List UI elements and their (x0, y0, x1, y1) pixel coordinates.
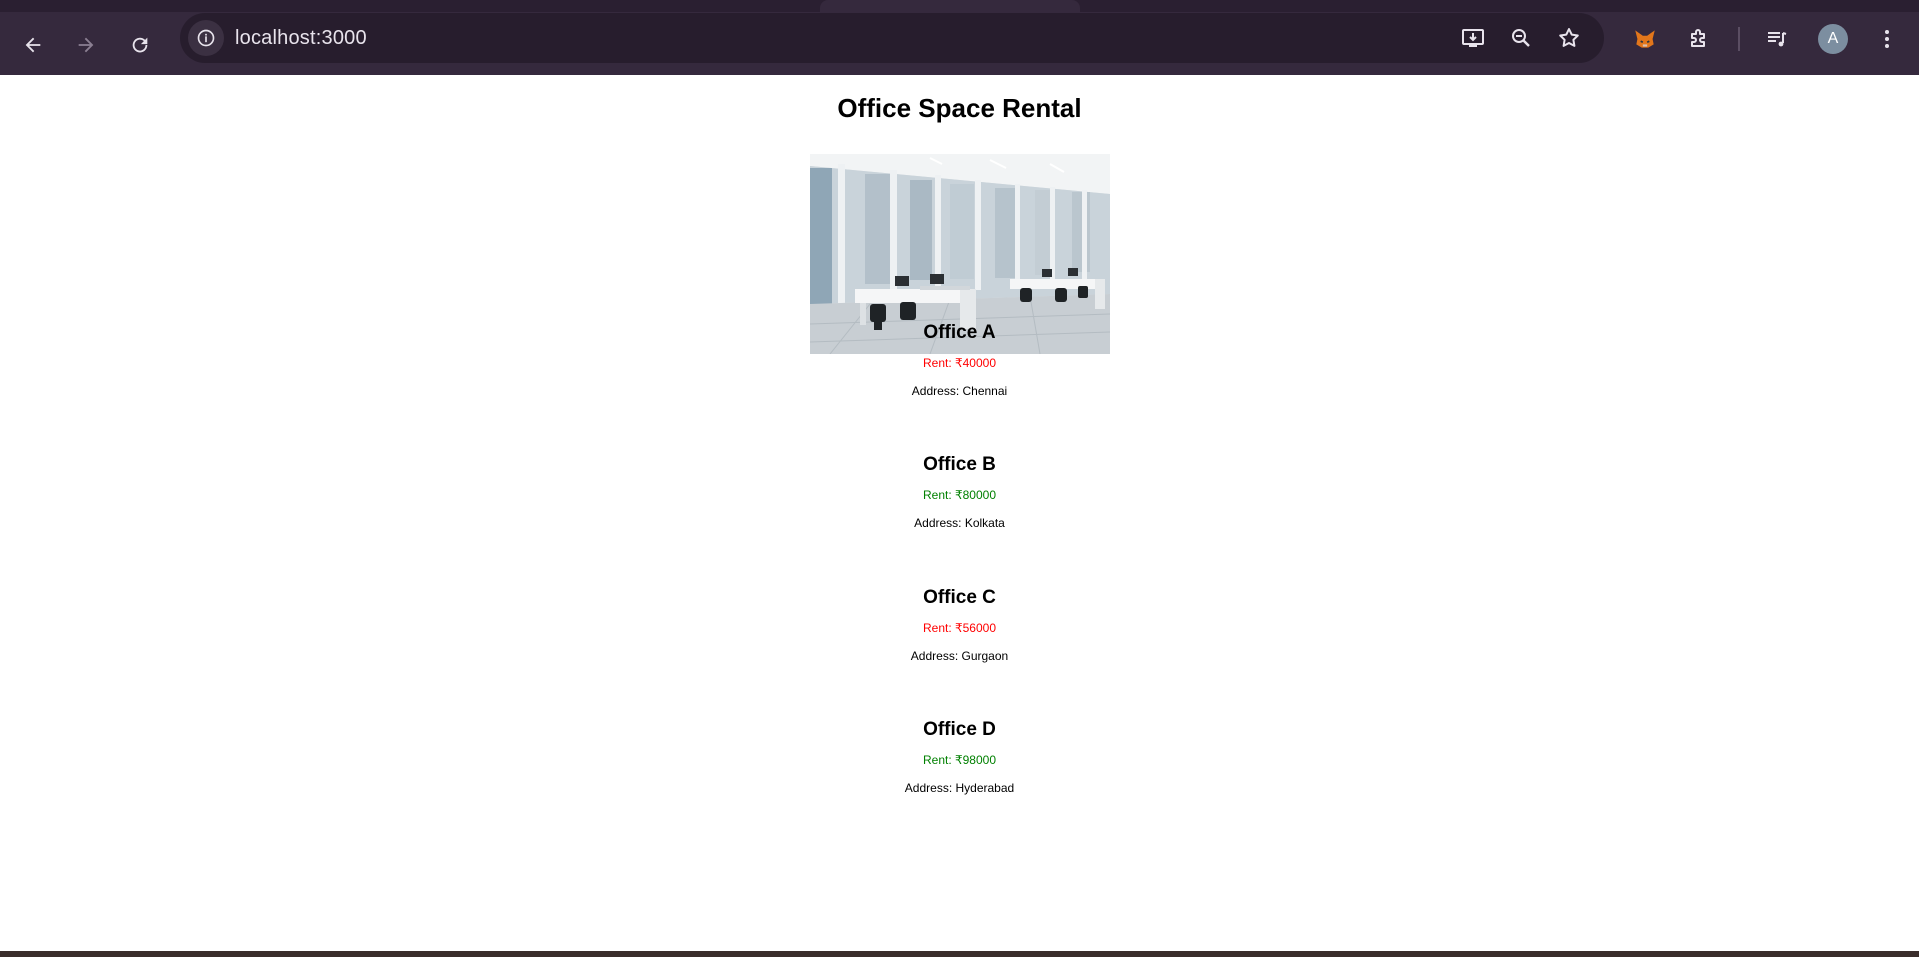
site-info-button[interactable] (188, 20, 224, 56)
office-card: Office A Rent: ₹40000 Address: Chennai (0, 319, 1919, 399)
metamask-extension-button[interactable] (1630, 24, 1660, 54)
office-name: Office A (923, 322, 996, 343)
url-text[interactable]: localhost:3000 (235, 27, 367, 50)
kebab-menu-icon (1885, 30, 1889, 48)
office-name: Office B (923, 454, 996, 475)
office-address: Address: Hyderabad (904, 781, 1015, 795)
media-queue-icon (1768, 32, 1787, 47)
page-title: Office Space Rental (837, 93, 1082, 123)
bookmark-button[interactable] (1556, 25, 1582, 51)
office-rent: Rent: ₹56000 (922, 621, 997, 635)
office-card: Office D Rent: ₹98000 Address: Hyderabad (0, 716, 1919, 796)
office-rent: Rent: ₹80000 (922, 488, 997, 502)
browser-chrome: localhost:3000 A (0, 0, 1919, 75)
extensions-button[interactable] (1684, 24, 1714, 54)
office-rent: Rent: ₹40000 (922, 356, 997, 370)
install-app-icon (1462, 29, 1484, 47)
tab-strip (0, 0, 1919, 12)
fox-extension-icon (1635, 30, 1655, 48)
office-address: Address: Kolkata (914, 516, 1005, 530)
reload-icon (132, 37, 148, 53)
toolbar-divider (1738, 27, 1740, 51)
back-arrow-icon (25, 37, 41, 53)
active-tab[interactable] (820, 0, 1080, 12)
office-name: Office D (923, 719, 996, 740)
profile-avatar[interactable]: A (1818, 24, 1848, 54)
office-address: Address: Gurgaon (910, 649, 1009, 663)
media-queue-button[interactable] (1762, 24, 1792, 54)
browser-menu-button[interactable] (1872, 24, 1902, 54)
zoom-icon (1512, 29, 1530, 47)
reload-button[interactable] (122, 27, 158, 63)
star-icon (1559, 28, 1579, 47)
forward-arrow-icon (78, 37, 94, 53)
puzzle-icon (1691, 29, 1705, 47)
install-app-button[interactable] (1460, 25, 1486, 51)
back-button[interactable] (15, 27, 51, 63)
window-bottom-edge (0, 951, 1919, 957)
page-content: Office Space Rental Office A Rent: ₹4000… (0, 75, 1919, 951)
address-bar[interactable]: localhost:3000 (180, 13, 1604, 63)
office-card: Office B Rent: ₹80000 Address: Kolkata (0, 451, 1919, 531)
office-rent: Rent: ₹98000 (922, 753, 997, 767)
forward-button[interactable] (68, 27, 104, 63)
office-address: Address: Chennai (911, 384, 1008, 398)
info-icon (197, 29, 215, 47)
office-card: Office C Rent: ₹56000 Address: Gurgaon (0, 584, 1919, 664)
browser-toolbar: localhost:3000 A (0, 12, 1919, 75)
office-name: Office C (923, 587, 996, 608)
zoom-button[interactable] (1508, 25, 1534, 51)
